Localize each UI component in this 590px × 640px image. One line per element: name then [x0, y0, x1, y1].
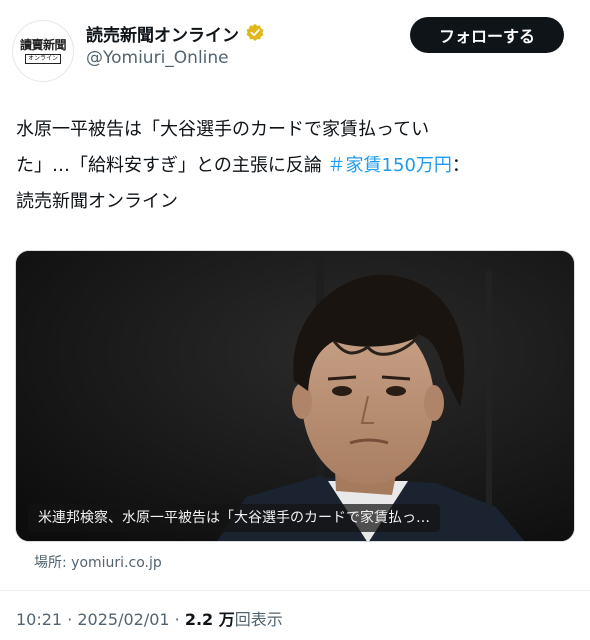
- post-timestamp[interactable]: 10:21 · 2025/02/01 ·: [16, 610, 185, 629]
- link-source[interactable]: 場所: yomiuri.co.jp: [34, 552, 162, 572]
- post-header: 讀賣新聞 オンライン 読売新聞オンライン @Yomiuri_Online フォロ…: [0, 0, 590, 90]
- post-text: 水原一平被告は「大谷選手のカードで家賃払ってい た」…「給料安すぎ」との主張に反…: [16, 112, 576, 220]
- display-name[interactable]: 読売新聞オンライン: [86, 21, 239, 46]
- handle[interactable]: @Yomiuri_Online: [86, 48, 229, 68]
- post-text-line-2-body: た」…「給料安すぎ」との主張に反論: [16, 155, 328, 176]
- media-card[interactable]: 米連邦検察、水原一平被告は「大谷選手のカードで家賃払っ…: [15, 250, 575, 542]
- news-photo: [16, 251, 574, 541]
- post-meta: 10:21 · 2025/02/01 · 2.2 万回表示: [16, 606, 283, 630]
- media-caption: 米連邦検察、水原一平被告は「大谷選手のカードで家賃払っ…: [28, 504, 440, 532]
- hashtag-link[interactable]: ＃家賃150万円: [328, 155, 452, 176]
- avatar-sub-text: オンライン: [24, 54, 61, 64]
- post-text-line-2-tail: ：: [451, 155, 470, 176]
- view-count-label: 回表示: [234, 610, 283, 629]
- verified-badge-icon: [246, 23, 264, 41]
- avatar-logo-text: 讀賣新聞: [19, 38, 67, 52]
- avatar[interactable]: 讀賣新聞 オンライン: [12, 20, 74, 82]
- view-count: 2.2 万: [184, 610, 235, 629]
- name-row: 読売新聞オンライン: [86, 20, 265, 46]
- post-text-line-3: 読売新聞オンライン: [16, 191, 178, 212]
- post-text-line-2: た」…「給料安すぎ」との主張に反論 ＃家賃150万円：: [16, 148, 576, 184]
- divider: [0, 590, 590, 591]
- post-text-line-1: 水原一平被告は「大谷選手のカードで家賃払ってい: [16, 119, 430, 140]
- follow-button[interactable]: フォローする: [410, 17, 564, 53]
